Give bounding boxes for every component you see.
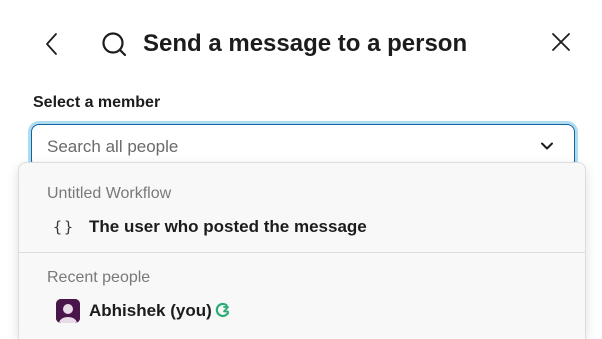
chevron-left-icon (46, 33, 57, 55)
close-icon (552, 33, 570, 51)
option-label: Abhishek (you) (89, 301, 212, 320)
avatar (56, 299, 80, 323)
status-icon (215, 302, 230, 318)
group-label-recent-people: Recent people (47, 269, 151, 286)
search-input[interactable] (47, 135, 517, 159)
back-button[interactable] (36, 28, 68, 60)
chevron-down-icon[interactable] (539, 138, 555, 154)
user-silhouette-icon (56, 299, 80, 323)
search-icon (102, 32, 127, 57)
member-dropdown-menu: Untitled Workflow {} The user who posted… (18, 162, 586, 339)
option-message-poster[interactable]: {} The user who posted the message (19, 210, 585, 244)
group-divider (19, 252, 585, 253)
variable-braces-icon: {} (53, 218, 76, 236)
send-message-dialog: Send a message to a person Select a memb… (0, 0, 602, 339)
dialog-title: Send a message to a person (143, 30, 468, 57)
close-button[interactable] (545, 26, 577, 58)
dialog-header: Send a message to a person (0, 0, 602, 90)
group-label-workflow: Untitled Workflow (47, 185, 172, 202)
option-label: The user who posted the message (89, 217, 367, 236)
field-label: Select a member (33, 94, 161, 111)
option-abhishek[interactable]: Abhishek (you) (19, 294, 585, 328)
